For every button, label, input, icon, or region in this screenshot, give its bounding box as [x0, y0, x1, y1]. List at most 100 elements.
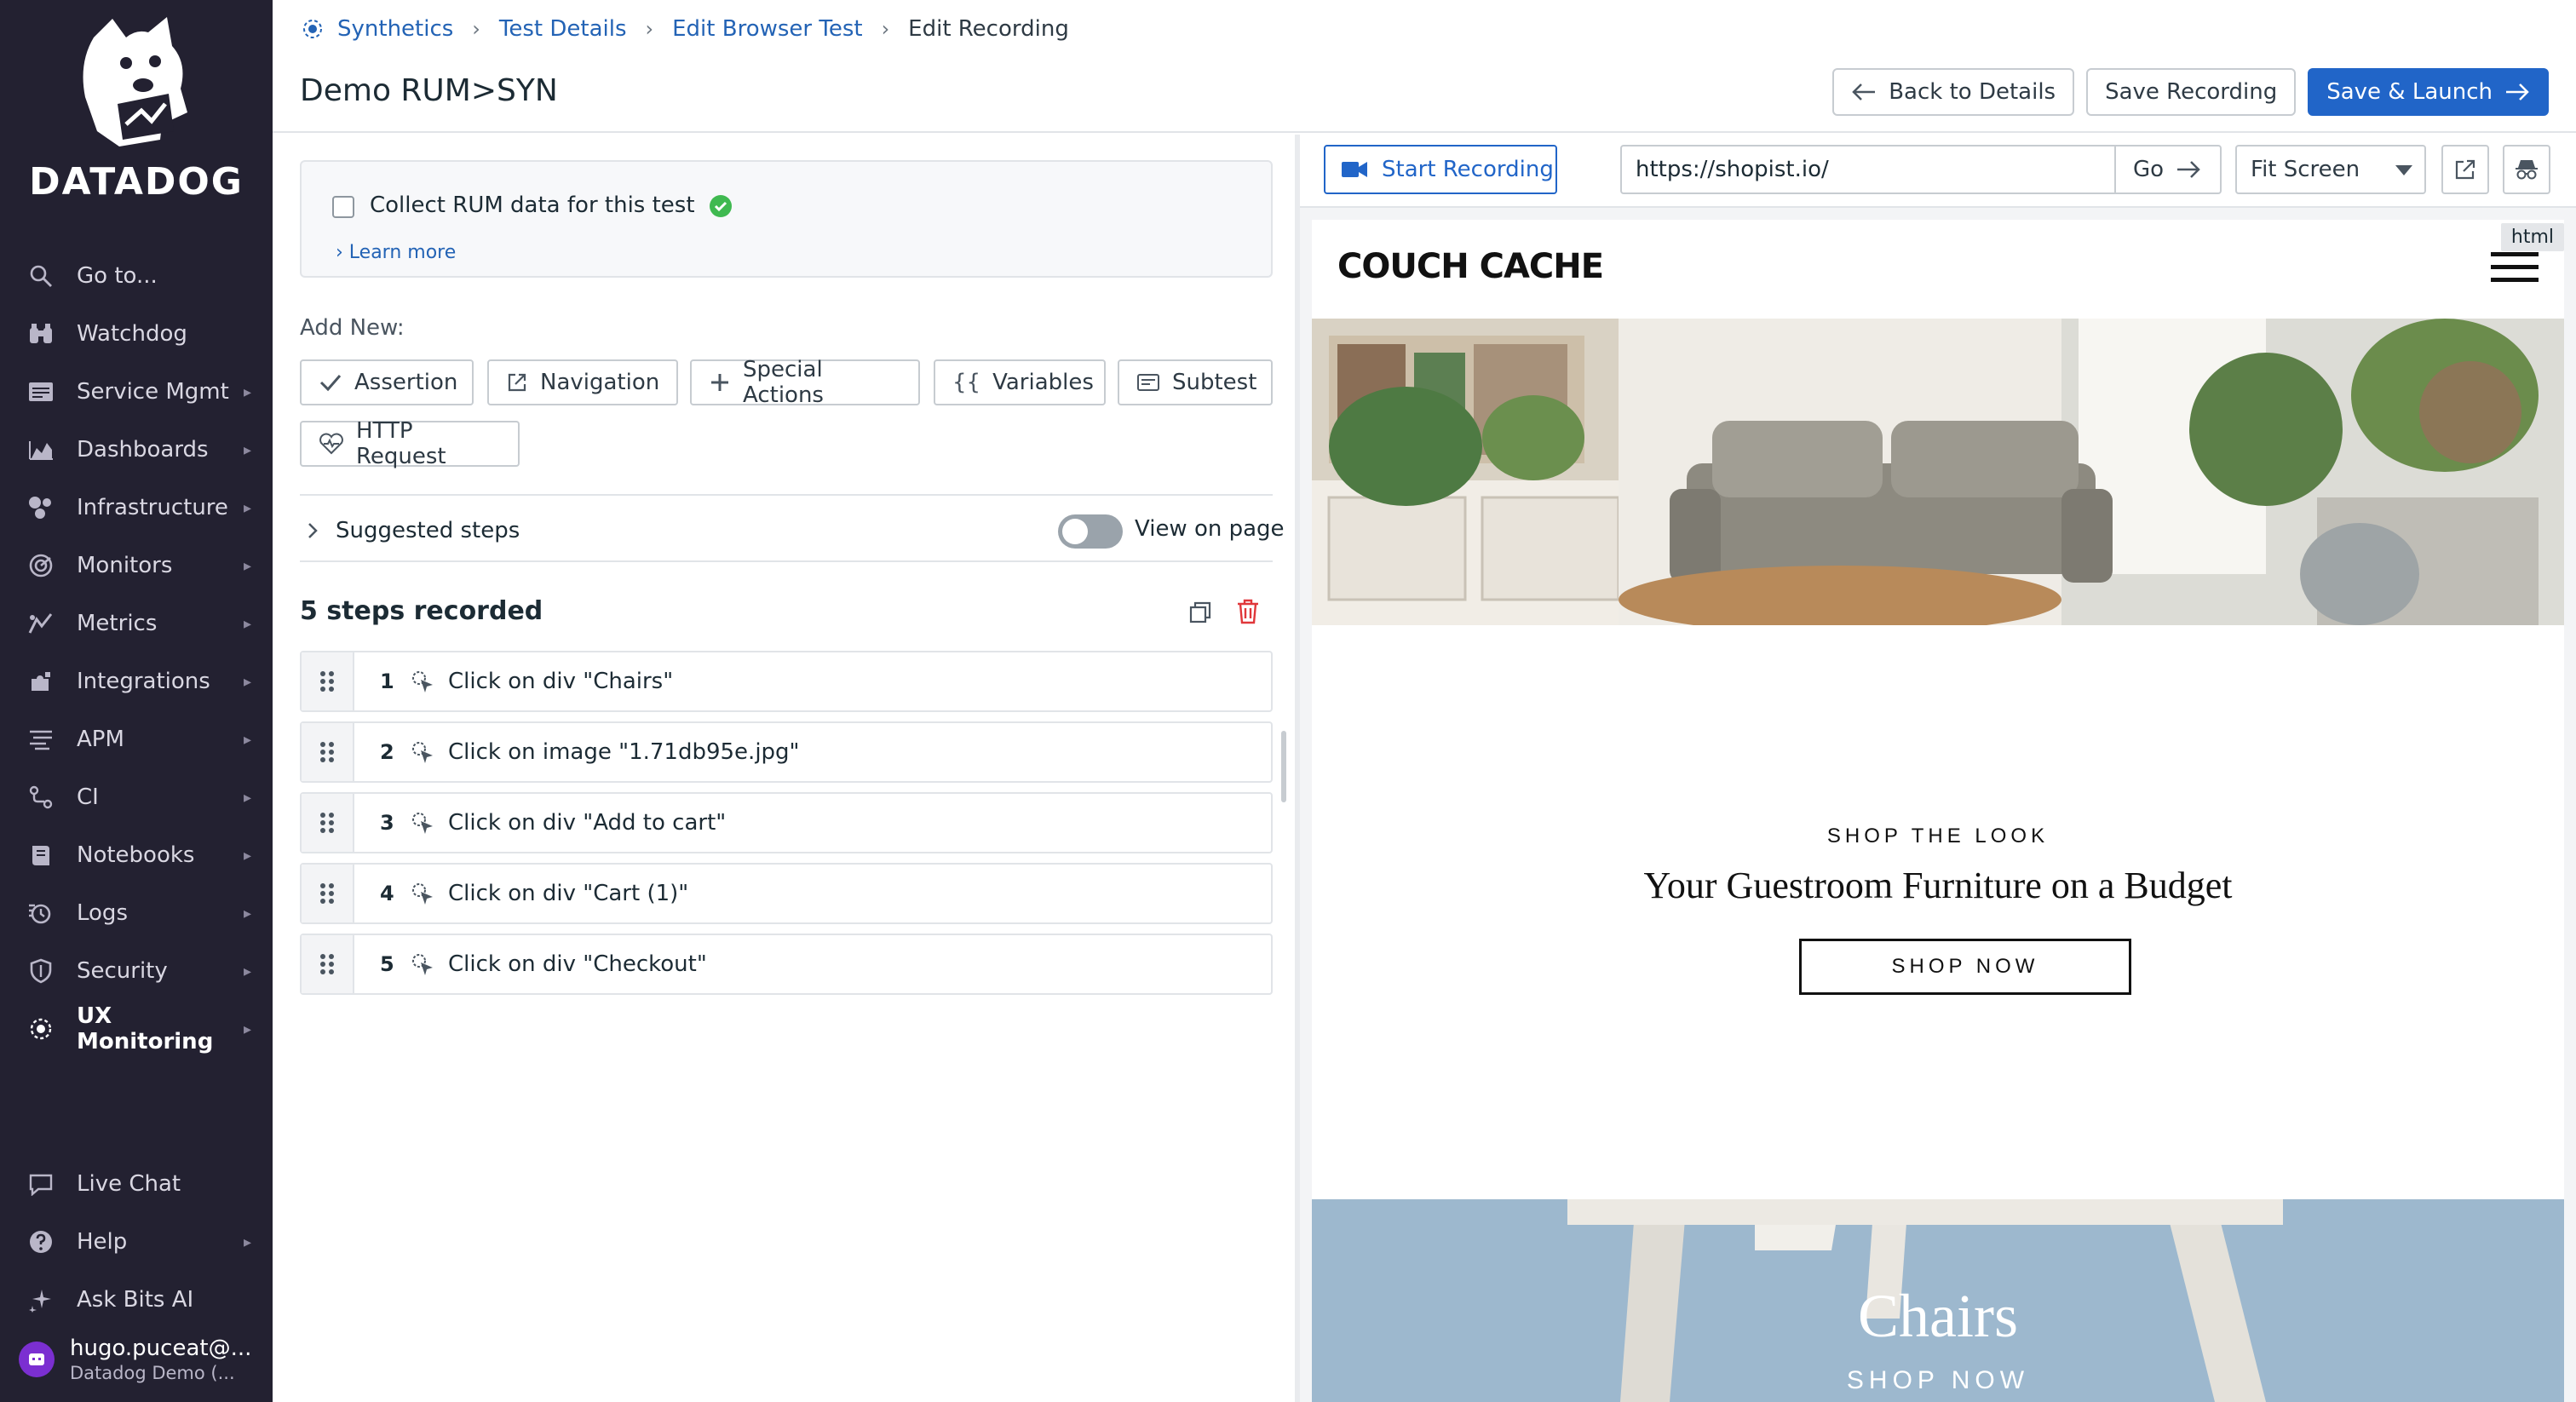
user-org: Datadog Demo (... [70, 1363, 235, 1383]
add-subtest-button[interactable]: Subtest [1118, 359, 1273, 405]
back-to-details-button[interactable]: Back to Details [1832, 68, 2075, 116]
sidebar-item-help[interactable]: Help ▸ [0, 1215, 273, 1269]
step-row[interactable]: 3 Click on div "Add to cart" [300, 792, 1273, 853]
chevron-right-icon: ▸ [244, 904, 252, 922]
back-to-details-label: Back to Details [1889, 79, 2056, 105]
caret-down-icon [2395, 165, 2412, 175]
chevron-right-icon: ▸ [244, 382, 252, 401]
learn-more-link[interactable]: › Learn more [336, 242, 456, 263]
puzzle-icon [26, 666, 56, 697]
navigation-label: Navigation [540, 370, 660, 395]
synthetics-icon [300, 16, 325, 42]
chevron-right-icon: ▸ [244, 614, 252, 633]
start-recording-button[interactable]: Start Recording [1324, 145, 1557, 194]
shop-now-button[interactable]: SHOP NOW [1799, 939, 2131, 995]
chevron-right-icon [307, 521, 319, 540]
plus-icon [709, 371, 731, 394]
sidebar-item-live-chat[interactable]: Live Chat [0, 1157, 273, 1211]
save-recording-button[interactable]: Save Recording [2086, 68, 2297, 116]
url-input[interactable]: https://shopist.io/ [1620, 145, 2116, 194]
collection-title: Your Guestroom Furniture on a Budget [1643, 865, 2233, 906]
sidebar-item-label: Security [77, 958, 168, 984]
open-external-icon[interactable] [2441, 145, 2489, 194]
breadcrumb-synthetics[interactable]: Synthetics [337, 16, 453, 42]
hero-image[interactable] [1312, 319, 2564, 625]
drag-handle-icon[interactable] [302, 865, 354, 922]
suggested-steps-toggle[interactable]: Suggested steps [307, 509, 520, 552]
breadcrumb-test-details[interactable]: Test Details [499, 16, 627, 42]
sidebar-item-label: Ask Bits AI [77, 1287, 194, 1313]
drag-handle-icon[interactable] [302, 652, 354, 710]
step-label: Click on div "Add to cart" [448, 810, 727, 836]
metrics-icon [26, 608, 56, 639]
sidebar-item-metrics[interactable]: Metrics ▸ [0, 596, 273, 651]
incognito-icon[interactable] [2503, 145, 2550, 194]
sidebar-item-ask-bits-ai[interactable]: Ask Bits AI [0, 1273, 273, 1327]
datadog-wordmark: DATADOG [29, 160, 244, 204]
add-navigation-button[interactable]: Navigation [487, 359, 678, 405]
add-assertion-button[interactable]: Assertion [300, 359, 474, 405]
sidebar-item-ux-monitoring[interactable]: UX Monitoring ▸ [0, 1002, 273, 1056]
shield-icon [26, 956, 56, 986]
chevron-right-icon: ▸ [244, 1232, 252, 1251]
sidebar-item-label: Notebooks [77, 842, 195, 868]
sidebar-item-ci[interactable]: CI ▸ [0, 770, 273, 825]
sidebar-item-label: Infrastructure [77, 495, 228, 520]
suggested-steps-label: Suggested steps [336, 518, 520, 543]
sidebar-item-label: Go to... [77, 263, 158, 289]
save-and-launch-label: Save & Launch [2326, 79, 2493, 105]
drag-handle-icon[interactable] [302, 723, 354, 781]
sidebar-item-security[interactable]: Security ▸ [0, 944, 273, 998]
step-row[interactable]: 4 Click on div "Cart (1)" [300, 863, 1273, 924]
sidebar-item-integrations[interactable]: Integrations ▸ [0, 654, 273, 709]
click-icon [411, 811, 436, 840]
learn-more-label: Learn more [348, 242, 457, 263]
sidebar-item-dashboards[interactable]: Dashboards ▸ [0, 422, 273, 477]
sidebar-item-service-mgmt[interactable]: Service Mgmt ▸ [0, 365, 273, 419]
website-preview[interactable]: html COUCH CACHE SHOP THE LOOK Your Gues… [1312, 220, 2564, 1402]
sidebar-item-go-to[interactable]: Go to... [0, 249, 273, 303]
ux-icon [26, 1014, 56, 1044]
breadcrumb: Synthetics › Test Details › Edit Browser… [300, 14, 1069, 44]
logs-icon [26, 898, 56, 928]
drag-handle-icon[interactable] [302, 935, 354, 993]
sidebar-item-monitors[interactable]: Monitors ▸ [0, 538, 273, 593]
rum-checkbox[interactable] [332, 196, 354, 218]
external-link-icon [506, 371, 528, 394]
step-label: Click on div "Cart (1)" [448, 881, 689, 906]
add-special-actions-button[interactable]: Special Actions [690, 357, 920, 408]
sidebar-item-apm[interactable]: APM ▸ [0, 712, 273, 767]
scrollbar-handle[interactable] [1281, 731, 1286, 802]
sidebar-item-label: Monitors [77, 553, 173, 578]
fit-screen-select[interactable]: Fit Screen [2235, 145, 2426, 194]
main-sidebar: DATADOG Go to... Watchdog Service Mgmt ▸ Das… [0, 0, 273, 1402]
sidebar-item-watchdog[interactable]: Watchdog [0, 307, 273, 361]
add-variables-button[interactable]: {{ Variables [934, 359, 1106, 405]
click-icon [411, 952, 436, 981]
view-on-page-switch[interactable] [1058, 514, 1123, 549]
breadcrumb-edit-browser-test[interactable]: Edit Browser Test [672, 16, 862, 42]
step-row[interactable]: 2 Click on image "1.71db95e.jpg" [300, 721, 1273, 783]
service-icon [26, 376, 56, 407]
chairs-shop-now-link[interactable]: SHOP NOW [1312, 1366, 2564, 1395]
save-recording-label: Save Recording [2105, 79, 2278, 105]
datadog-logo[interactable]: DATADOG [0, 12, 273, 216]
rum-checkbox-label[interactable]: Collect RUM data for this test [370, 192, 695, 218]
sidebar-item-infrastructure[interactable]: Infrastructure ▸ [0, 480, 273, 535]
add-http-request-button[interactable]: HTTP Request [300, 418, 520, 469]
copy-icon[interactable] [1187, 600, 1213, 629]
step-label: Click on image "1.71db95e.jpg" [448, 739, 800, 765]
trash-icon[interactable] [1235, 598, 1261, 629]
hamburger-menu-icon[interactable] [2491, 252, 2539, 290]
save-and-launch-button[interactable]: Save & Launch [2308, 68, 2549, 116]
sidebar-item-logs[interactable]: Logs ▸ [0, 886, 273, 940]
step-row[interactable]: 1 Click on div "Chairs" [300, 651, 1273, 712]
site-logo[interactable]: COUCH CACHE [1337, 247, 1604, 286]
braces-icon: {{ [952, 370, 981, 395]
step-row[interactable]: 5 Click on div "Checkout" [300, 934, 1273, 995]
go-button[interactable]: Go [2114, 145, 2222, 194]
sidebar-item-notebooks[interactable]: Notebooks ▸ [0, 828, 273, 882]
user-profile[interactable]: hugo.puceat@... Datadog Demo (... [0, 1325, 273, 1393]
view-on-page-label: View on page [1135, 516, 1285, 542]
drag-handle-icon[interactable] [302, 794, 354, 852]
